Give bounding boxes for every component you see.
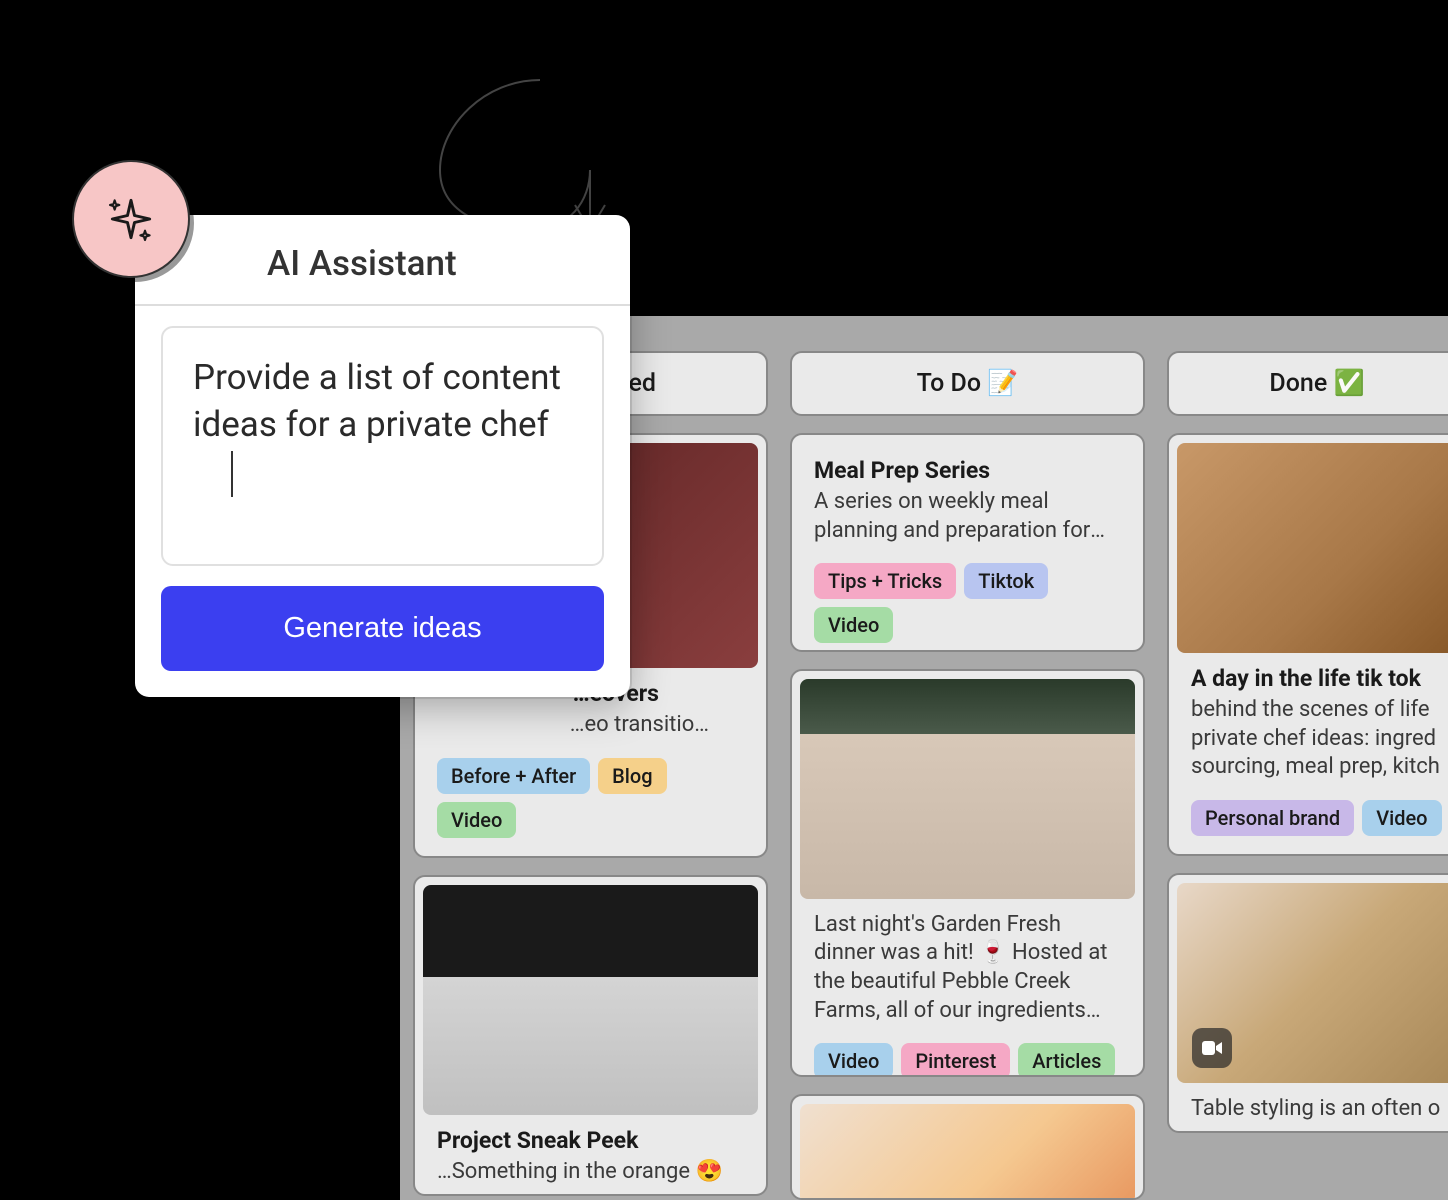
card-desc: …eo transitio… (437, 711, 744, 740)
tag[interactable]: Tips + Tricks (814, 563, 956, 599)
card-tags: Personal brand Video (1169, 800, 1448, 836)
column-todo: To Do 📝 Meal Prep Series A series on wee… (790, 351, 1145, 1200)
tag[interactable]: Video (814, 607, 893, 643)
ai-assistant-header: AI Assistant (135, 215, 630, 306)
tag[interactable]: Before + After (437, 758, 590, 794)
column-done: Done ✅ A day in the life tik tok behind … (1167, 351, 1448, 1200)
card-day-in-life[interactable]: A day in the life tik tok behind the sce… (1167, 433, 1448, 856)
ai-sparkle-badge (72, 160, 190, 278)
card-garden-dinner[interactable]: Last night's Garden Fresh dinner was a h… (790, 669, 1145, 1077)
generate-ideas-button[interactable]: Generate ideas (161, 586, 604, 671)
tag[interactable]: Articles (1018, 1043, 1115, 1077)
tag[interactable]: Video (814, 1043, 893, 1077)
tag[interactable]: Personal brand (1191, 800, 1354, 836)
video-icon (1192, 1028, 1232, 1068)
column-header-done[interactable]: Done ✅ (1167, 351, 1448, 416)
card-tags: Video Pinterest Articles (792, 1043, 1143, 1077)
text-cursor (231, 451, 233, 497)
card-meal-prep[interactable]: Meal Prep Series A series on weekly meal… (790, 433, 1145, 652)
card-desc: A series on weekly meal planning and pre… (814, 488, 1121, 545)
tag[interactable]: Tiktok (964, 563, 1048, 599)
card-peaches[interactable] (790, 1094, 1145, 1200)
tag[interactable]: Pinterest (901, 1043, 1010, 1077)
card-tags: Before + After Blog Video (415, 758, 766, 838)
card-sneak-peek[interactable]: Project Sneak Peek …Something in the ora… (413, 875, 768, 1197)
ai-assistant-title: AI Assistant (267, 243, 598, 284)
card-image (800, 1104, 1135, 1200)
sparkle-icon (103, 191, 159, 247)
card-title: Meal Prep Series (814, 457, 1121, 484)
card-image (423, 885, 758, 1115)
card-desc: Table styling is an often o (1191, 1095, 1443, 1124)
card-image (1177, 883, 1448, 1083)
tag[interactable]: Blog (598, 758, 666, 794)
card-table-styling[interactable]: Table styling is an often o (1167, 873, 1448, 1134)
ai-assistant-panel: AI Assistant Provide a list of content i… (135, 215, 630, 697)
card-image (1177, 443, 1448, 653)
ai-prompt-input[interactable]: Provide a list of content ideas for a pr… (161, 326, 604, 566)
card-desc: behind the scenes of life private chef i… (1191, 696, 1443, 782)
tag[interactable]: Video (1362, 800, 1441, 836)
card-tags: Tips + Tricks Tiktok Video (792, 563, 1143, 643)
column-header-todo[interactable]: To Do 📝 (790, 351, 1145, 416)
card-title: A day in the life tik tok (1191, 665, 1443, 692)
card-image (800, 679, 1135, 899)
card-desc: …Something in the orange 😍 (437, 1158, 744, 1187)
card-desc: Last night's Garden Fresh dinner was a h… (814, 911, 1121, 1025)
card-title: Project Sneak Peek (437, 1127, 744, 1154)
tag[interactable]: Video (437, 802, 516, 838)
